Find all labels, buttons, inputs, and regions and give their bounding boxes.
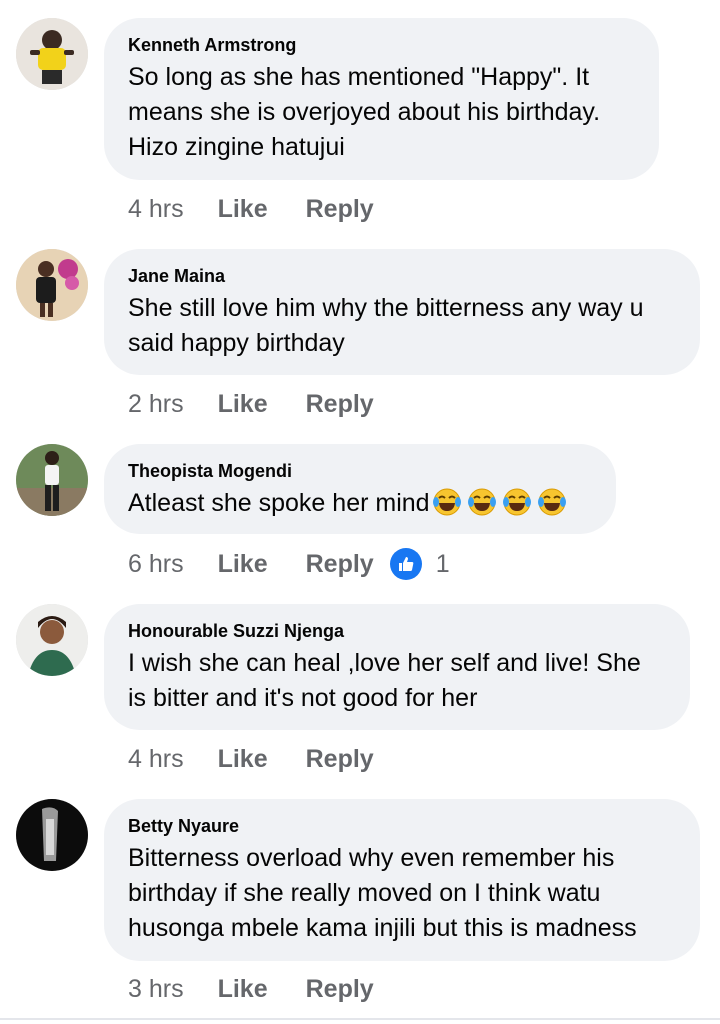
comment-text-content: Atleast she spoke her mind <box>128 489 430 517</box>
tears-of-joy-icon <box>432 488 461 516</box>
like-button[interactable]: Like <box>218 390 268 419</box>
profile-photo-icon <box>16 18 88 90</box>
comment-text: I wish she can heal ,love her self and l… <box>128 649 641 712</box>
avatar-theopista-mogendi[interactable] <box>16 444 88 516</box>
like-button[interactable]: Like <box>218 195 268 224</box>
comment-text: Bitterness overload why even remember hi… <box>128 844 637 942</box>
avatar-kenneth-armstrong[interactable] <box>16 18 88 90</box>
reply-button[interactable]: Reply <box>306 550 374 579</box>
tears-of-joy-icon <box>502 488 531 516</box>
comment-bubble: Jane Maina She still love him why the bi… <box>104 249 700 375</box>
comment-author[interactable]: Honourable Suzzi Njenga <box>128 620 666 642</box>
comment-bubble: Theopista Mogendi Atleast she spoke her … <box>104 444 616 534</box>
reply-button[interactable]: Reply <box>306 975 374 1004</box>
like-button[interactable]: Like <box>218 550 268 579</box>
profile-photo-icon <box>16 604 88 676</box>
like-button[interactable]: Like <box>218 745 268 774</box>
profile-photo-icon <box>16 249 88 321</box>
like-button[interactable]: Like <box>218 975 268 1004</box>
comment-actions: 2 hrs Like Reply <box>128 384 374 424</box>
reply-button[interactable]: Reply <box>306 745 374 774</box>
avatar-jane-maina[interactable] <box>16 249 88 321</box>
reply-button[interactable]: Reply <box>306 390 374 419</box>
comment-author[interactable]: Betty Nyaure <box>128 815 676 837</box>
reaction-count: 1 <box>435 549 450 578</box>
comment-actions: 4 hrs Like Reply <box>128 189 374 229</box>
divider <box>0 1018 720 1020</box>
comment-time[interactable]: 4 hrs <box>128 195 184 224</box>
comment-actions: 6 hrs Like Reply 1 <box>128 544 450 584</box>
profile-photo-icon <box>16 799 88 871</box>
tears-of-joy-icon <box>467 488 496 516</box>
tears-of-joy-emoji-group <box>432 487 572 517</box>
comment-text: Atleast she spoke her mind <box>128 486 592 521</box>
comment-time[interactable]: 6 hrs <box>128 550 184 579</box>
comment-bubble: Kenneth Armstrong So long as she has men… <box>104 18 659 180</box>
profile-photo-icon <box>16 444 88 516</box>
comment-actions: 3 hrs Like Reply <box>128 969 374 1009</box>
reaction-summary[interactable]: 1 <box>389 548 450 580</box>
comment-bubble: Betty Nyaure Bitterness overload why eve… <box>104 799 700 961</box>
thumbs-up-icon <box>389 548 422 580</box>
comment-author[interactable]: Jane Maina <box>128 265 676 287</box>
comment-author[interactable]: Kenneth Armstrong <box>128 34 635 56</box>
comment-actions: 4 hrs Like Reply <box>128 739 374 779</box>
avatar-betty-nyaure[interactable] <box>16 799 88 871</box>
comment-bubble: Honourable Suzzi Njenga I wish she can h… <box>104 604 690 730</box>
comment-time[interactable]: 3 hrs <box>128 975 184 1004</box>
comment-text: She still love him why the bitterness an… <box>128 294 644 357</box>
comment-time[interactable]: 4 hrs <box>128 745 184 774</box>
comment-time[interactable]: 2 hrs <box>128 390 184 419</box>
comment-text: So long as she has mentioned "Happy". It… <box>128 63 601 161</box>
reply-button[interactable]: Reply <box>306 195 374 224</box>
tears-of-joy-icon <box>537 488 566 516</box>
comment-author[interactable]: Theopista Mogendi <box>128 460 592 482</box>
avatar-honourable-suzzi-njenga[interactable] <box>16 604 88 676</box>
